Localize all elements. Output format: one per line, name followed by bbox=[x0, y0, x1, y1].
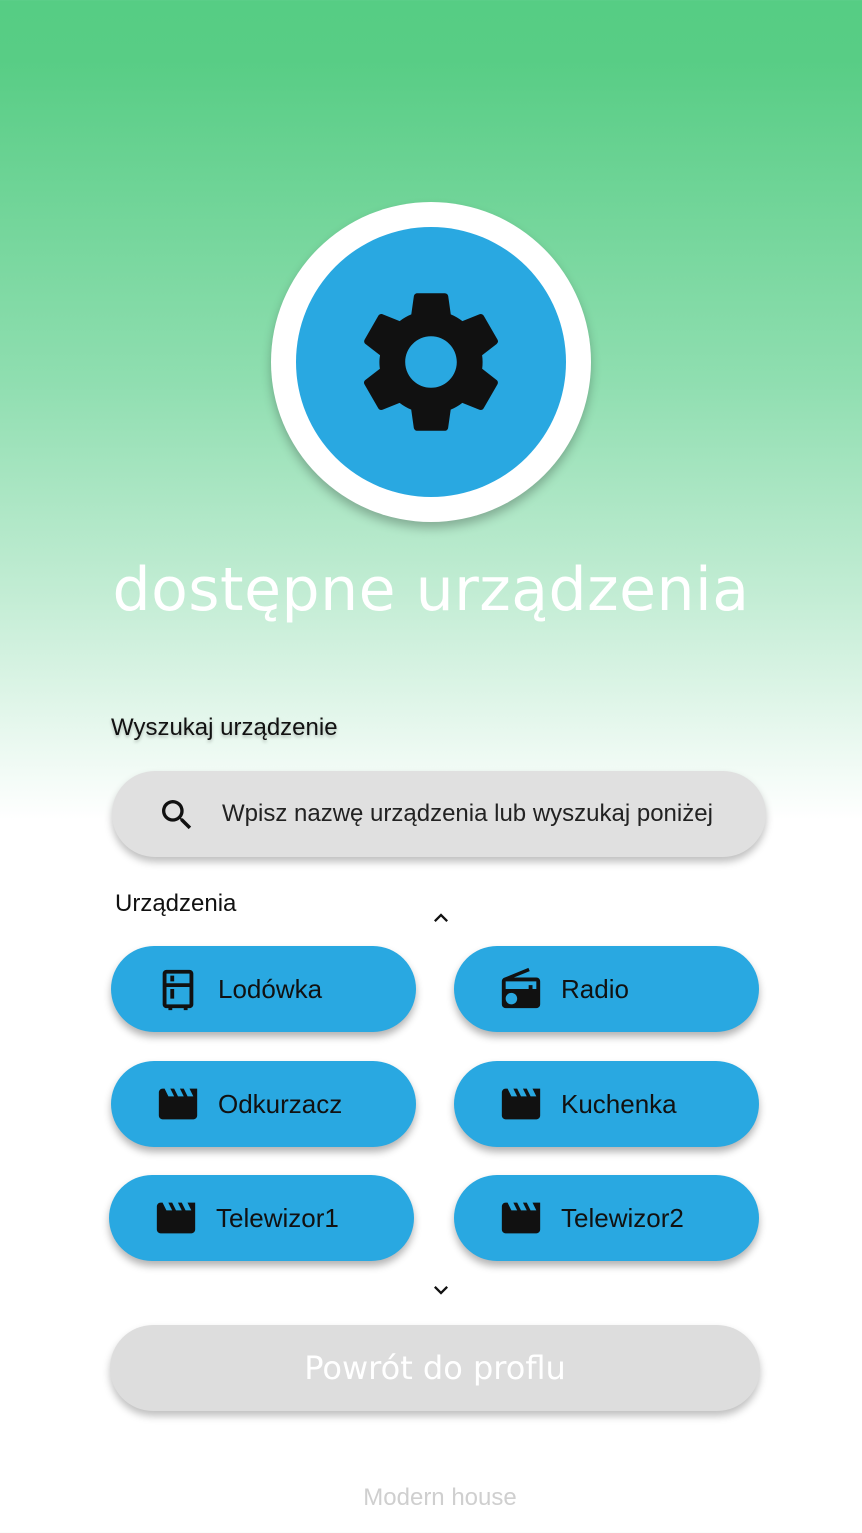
logo-circle bbox=[296, 227, 566, 497]
search-label: Wyszukaj urządzenie bbox=[111, 714, 338, 741]
back-to-profile-button[interactable]: Powrót do proflu bbox=[110, 1325, 760, 1411]
search-input[interactable] bbox=[222, 771, 742, 857]
clapperboard-icon bbox=[501, 1202, 541, 1234]
device-label: Odkurzacz bbox=[218, 1089, 343, 1119]
device-button-kuchenka[interactable]: Kuchenka bbox=[454, 1061, 759, 1147]
gear-icon bbox=[364, 293, 498, 431]
clapperboard-icon bbox=[156, 1202, 196, 1234]
device-button-telewizor1[interactable]: Telewizor1 bbox=[109, 1175, 414, 1261]
search-box[interactable] bbox=[112, 771, 766, 857]
fridge-icon bbox=[162, 969, 194, 1011]
device-label: Radio bbox=[561, 974, 629, 1004]
chevron-up-icon[interactable] bbox=[425, 904, 457, 932]
clapperboard-icon bbox=[158, 1088, 198, 1120]
device-button-odkurzacz[interactable]: Odkurzacz bbox=[111, 1061, 416, 1147]
chevron-down-icon[interactable] bbox=[425, 1276, 457, 1304]
device-button-radio[interactable]: Radio bbox=[454, 946, 759, 1032]
device-label: Kuchenka bbox=[561, 1089, 677, 1119]
device-label: Telewizor1 bbox=[216, 1203, 339, 1233]
page-title: dostępne urządzenia bbox=[112, 555, 750, 625]
device-button-telewizor2[interactable]: Telewizor2 bbox=[454, 1175, 759, 1261]
device-label: Telewizor2 bbox=[561, 1203, 684, 1233]
device-label: Lodówka bbox=[218, 974, 323, 1004]
footer-text: Modern house bbox=[363, 1484, 517, 1511]
device-button-lodowka[interactable]: Lodówka bbox=[111, 946, 416, 1032]
search-icon bbox=[162, 800, 192, 830]
devices-section-label: Urządzenia bbox=[115, 890, 237, 917]
app-logo bbox=[271, 202, 591, 522]
clapperboard-icon bbox=[501, 1088, 541, 1120]
radio-icon bbox=[501, 967, 541, 1009]
